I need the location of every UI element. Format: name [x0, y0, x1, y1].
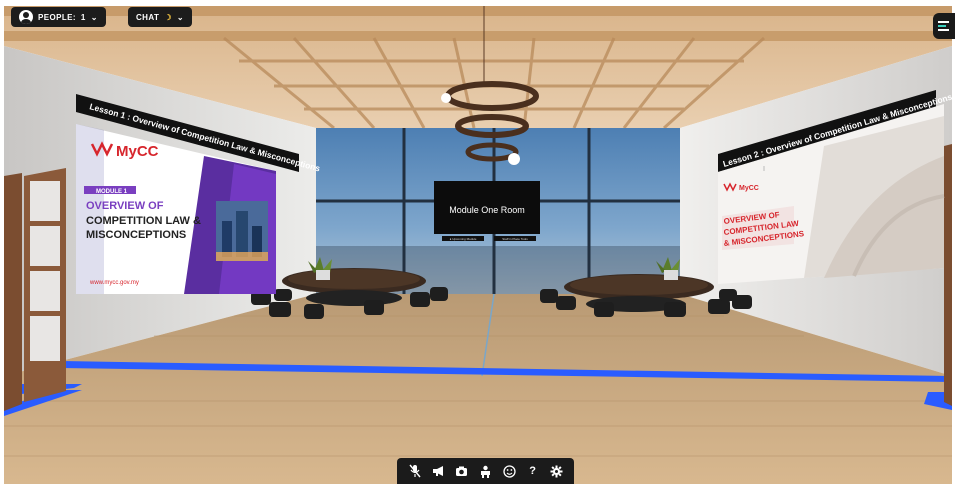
center-screen-title: Module One Room	[449, 205, 525, 215]
presenter-icon[interactable]	[476, 462, 494, 480]
left-board-title-line3: MISCONCEPTIONS	[86, 229, 186, 241]
people-button[interactable]: PEOPLE: 1 ⌄	[11, 7, 106, 27]
menu-line-icon	[938, 29, 949, 31]
virtual-room-scene[interactable]: Module One Room ● Upcoming Module Staff …	[4, 6, 952, 484]
center-screen-right-tag: Staff in Place Tools	[502, 237, 528, 241]
right-board-logo: MyCC	[739, 185, 759, 192]
chat-button[interactable]: CHAT ☽ ⌄	[128, 7, 192, 27]
people-label: PEOPLE:	[38, 12, 76, 22]
settings-icon[interactable]	[547, 462, 565, 480]
chevron-down-icon: ⌄	[90, 12, 98, 22]
chat-moon-icon: ☽	[164, 12, 172, 22]
center-screen-left-tag: ● Upcoming Module	[450, 237, 477, 241]
left-board-logo: MyCC	[116, 143, 159, 160]
camera-icon[interactable]	[453, 462, 471, 480]
bottom-toolbar: ?	[397, 458, 574, 484]
chevron-down-icon: ⌄	[176, 12, 184, 22]
people-count: 1	[80, 12, 86, 22]
mic-muted-icon[interactable]	[406, 462, 424, 480]
megaphone-icon[interactable]	[429, 462, 447, 480]
menu-toggle-button[interactable]	[933, 13, 955, 39]
emoji-icon[interactable]	[500, 462, 518, 480]
menu-line-icon	[938, 25, 946, 27]
left-board-url: www.mycc.gov.my	[89, 280, 139, 286]
left-board-module: MODULE 1	[96, 189, 128, 195]
menu-line-icon	[938, 21, 949, 23]
left-board-title-line2: COMPETITION LAW &	[86, 215, 201, 227]
left-board-title-line1: OVERVIEW OF	[86, 200, 164, 212]
user-avatar-icon	[19, 10, 33, 24]
chat-label: CHAT	[136, 12, 160, 22]
room-render: Module One Room ● Upcoming Module Staff …	[4, 6, 952, 484]
help-icon[interactable]: ?	[524, 462, 542, 480]
